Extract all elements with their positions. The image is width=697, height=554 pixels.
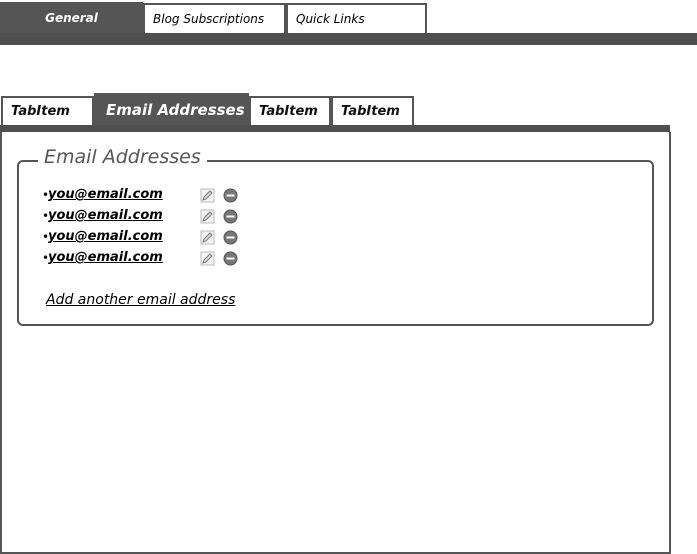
tab-general-label: General [45,11,98,25]
minus-circle-icon[interactable] [223,188,238,203]
minus-circle-icon[interactable] [223,230,238,245]
pencil-icon[interactable] [200,251,215,266]
email-list: • you@email.com • you@email.com • you@em… [42,186,252,270]
tab-tabitem-2[interactable]: TabItem [249,96,331,125]
minus-circle-icon[interactable] [223,251,238,266]
minus-circle-icon[interactable] [223,209,238,224]
list-item: • you@email.com [42,207,252,228]
tab-blog-subscriptions[interactable]: Blog Subscriptions [143,3,286,33]
email-link[interactable]: you@email.com [48,207,163,225]
top-tab-bar: General Blog Subscriptions Quick Links [0,0,697,46]
list-item: • you@email.com [42,228,252,249]
add-email-link[interactable]: Add another email address [46,292,235,308]
email-link[interactable]: you@email.com [48,186,163,204]
pencil-icon[interactable] [200,230,215,245]
tab-quick-links-label: Quick Links [296,12,365,26]
group-title: Email Addresses [38,146,207,168]
secondary-tab-bar-underline [0,125,670,132]
tab-quick-links[interactable]: Quick Links [286,3,427,33]
tab-tabitem-1[interactable]: TabItem [1,96,94,125]
pencil-icon[interactable] [200,188,215,203]
tab-email-addresses-label: Email Addresses [106,101,245,119]
tab-blog-subscriptions-label: Blog Subscriptions [153,12,265,26]
tab-tabitem-1-label: TabItem [11,104,70,119]
top-tab-bar-underline [0,33,697,45]
tab-tabitem-2-label: TabItem [259,104,318,119]
email-link[interactable]: you@email.com [48,228,163,246]
pencil-icon[interactable] [200,209,215,224]
list-item: • you@email.com [42,249,252,270]
tab-tabitem-3-label: TabItem [341,104,400,119]
tab-general[interactable]: General [0,2,143,33]
secondary-tab-bar: TabItem Email Addresses TabItem TabItem [0,93,697,133]
list-item: • you@email.com [42,186,252,207]
tab-email-addresses[interactable]: Email Addresses [94,93,249,125]
tab-tabitem-3[interactable]: TabItem [331,96,414,125]
email-link[interactable]: you@email.com [48,249,163,267]
